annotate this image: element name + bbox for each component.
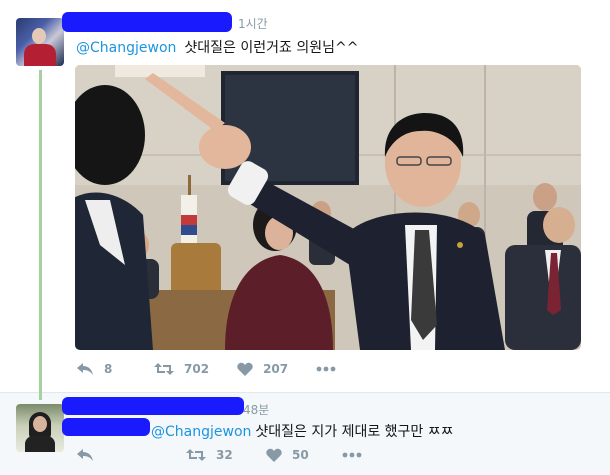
more-icon	[316, 366, 336, 372]
reply-text: @Changjewon 샷대질은 지가 제대로 했구만 ㅉㅉ	[151, 421, 454, 441]
photo-image	[75, 65, 581, 350]
more-button[interactable]	[342, 452, 372, 458]
tweet-media-photo[interactable]	[75, 65, 581, 350]
mention-link[interactable]: @Changjewon	[151, 424, 251, 440]
avatar[interactable]	[16, 404, 64, 452]
like-button[interactable]: 207	[237, 362, 288, 376]
reply-icon	[77, 363, 93, 375]
retweet-icon	[154, 363, 174, 375]
reply-button[interactable]: 8	[76, 362, 126, 376]
more-icon	[342, 452, 362, 458]
avatar[interactable]	[16, 18, 64, 66]
retweet-count: 702	[184, 362, 210, 376]
tweet-timestamp[interactable]: 1시간	[238, 15, 268, 32]
heart-icon	[266, 448, 282, 462]
tweet-actions: 8 702 207	[76, 362, 374, 376]
redacted-username	[62, 397, 244, 415]
tweet-body: 샷대질은 이런거죠 의원님^^	[184, 40, 359, 56]
reply-count: 8	[104, 362, 113, 376]
mention-link[interactable]: @Changjewon	[76, 40, 176, 56]
reply-icon	[77, 449, 93, 461]
reply-timestamp[interactable]: 48분	[243, 401, 269, 418]
more-button[interactable]	[316, 366, 346, 372]
retweet-count: 32	[216, 448, 233, 462]
retweet-button[interactable]: 32	[186, 448, 238, 462]
redacted-replying-to	[62, 418, 150, 436]
tweet-text: @Changjewon 샷대질은 이런거죠 의원님^^	[76, 37, 358, 57]
like-button[interactable]: 50	[266, 448, 314, 462]
retweet-button[interactable]: 702	[154, 362, 209, 376]
like-count: 50	[292, 448, 309, 462]
retweet-icon	[186, 449, 206, 461]
reply-body: 샷대질은 지가 제대로 했구만 ㅉㅉ	[255, 424, 454, 440]
like-count: 207	[263, 362, 289, 376]
redacted-username	[62, 12, 232, 32]
thread-connector-line	[39, 70, 42, 400]
heart-icon	[237, 362, 253, 376]
reply-actions: 32 50	[76, 448, 400, 462]
reply-button[interactable]	[76, 448, 126, 462]
